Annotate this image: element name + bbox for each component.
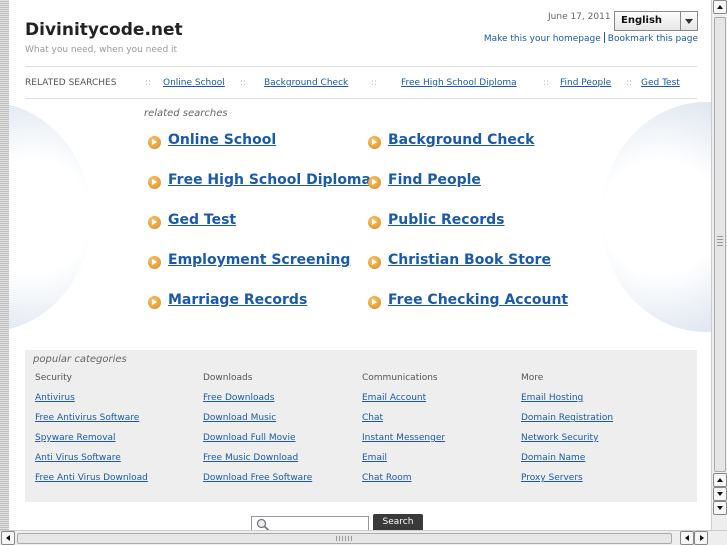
result-link-public-records[interactable]: Public Records [388,212,504,228]
result-link-marriage-records[interactable]: Marriage Records [168,292,307,308]
category-link[interactable]: Download Full Movie [203,433,312,453]
related-searches-bar: RELATED SEARCHES :: Online School :: Bac… [25,66,697,99]
bar-separator: :: [626,78,633,88]
arrow-circle-icon [368,176,381,189]
scroll-down-arrow-icon[interactable] [713,501,727,515]
category-link[interactable]: Spyware Removal [35,433,148,453]
category-link[interactable]: Email Hosting [521,393,613,413]
category-link[interactable]: Antivirus [35,393,148,413]
scroll-left-arrow-icon[interactable] [1,531,15,545]
search-icon [256,518,270,530]
category-column-security: Security Antivirus Free Antivirus Softwa… [35,373,148,493]
bar-separator: :: [371,78,378,88]
popular-categories-heading: popular categories [33,354,127,365]
category-link[interactable]: Anti Virus Software [35,453,148,473]
arrow-circle-icon [368,216,381,229]
category-column-more: More Email Hosting Domain Registration N… [521,373,613,493]
result-link-free-high-school-diploma[interactable]: Free High School Diploma [168,172,371,188]
top-links: Make this your homepage Bookmark this pag… [484,32,698,44]
site-tagline: What you need, when you need it [25,45,178,55]
search-button[interactable]: Search [373,514,423,530]
bookmark-link[interactable]: Bookmark this page [608,34,698,44]
arrow-circle-icon [148,176,161,189]
link-divider [603,32,605,43]
category-link[interactable]: Domain Name [521,453,613,473]
scroll-left-arrow-icon[interactable] [680,531,694,545]
horizontal-scrollbar[interactable] [0,530,727,545]
arrow-circle-icon [368,256,381,269]
result-link-christian-book-store[interactable]: Christian Book Store [388,252,551,268]
left-grip [0,0,9,530]
arrow-circle-icon [148,136,161,149]
make-homepage-link[interactable]: Make this your homepage [484,34,601,44]
scroll-down-arrow-icon[interactable] [713,487,727,501]
bar-link-find-people[interactable]: Find People [560,78,611,88]
category-link[interactable]: Proxy Servers [521,473,613,493]
language-value: English [621,15,663,26]
category-link[interactable]: Email [362,453,445,473]
result-link-find-people[interactable]: Find People [388,172,481,188]
category-link[interactable]: Chat [362,413,445,433]
arrow-circle-icon [148,256,161,269]
bar-link-background-check[interactable]: Background Check [264,78,348,88]
arrow-circle-icon [368,136,381,149]
scroll-up-arrow-icon[interactable] [713,0,727,14]
bar-link-online-school[interactable]: Online School [163,78,225,88]
category-link[interactable]: Free Music Download [203,453,312,473]
related-searches-heading: related searches [144,108,228,119]
decorative-orb-left [9,102,91,332]
arrow-circle-icon [368,296,381,309]
category-link[interactable]: Free Anti Virus Download [35,473,148,493]
horizontal-scroll-thumb[interactable] [17,533,672,544]
bar-link-free-high-school-diploma[interactable]: Free High School Diploma [401,78,517,88]
category-link[interactable]: Network Security [521,433,613,453]
bar-separator: :: [240,78,247,88]
result-link-online-school[interactable]: Online School [168,132,276,148]
category-link[interactable]: Free Downloads [203,393,312,413]
bar-separator: :: [543,78,550,88]
category-link[interactable]: Instant Messenger [362,433,445,453]
category-link[interactable]: Chat Room [362,473,445,493]
bar-separator: :: [145,78,152,88]
site-title: Divinitycode.net [25,20,183,40]
bar-link-ged-test[interactable]: Ged Test [641,78,680,88]
page: Divinitycode.net What you need, when you… [9,0,711,530]
decorative-orb-right [601,102,711,332]
result-link-employment-screening[interactable]: Employment Screening [168,252,350,268]
arrow-circle-icon [148,296,161,309]
category-header: More [521,373,544,383]
category-link[interactable]: Download Music [203,413,312,433]
arrow-circle-icon [148,216,161,229]
category-link[interactable]: Free Antivirus Software [35,413,148,433]
related-bar-label: RELATED SEARCHES [25,78,117,88]
language-select[interactable]: English [614,11,698,31]
result-link-free-checking-account[interactable]: Free Checking Account [388,292,568,308]
search-input[interactable] [251,516,369,530]
result-link-background-check[interactable]: Background Check [388,132,534,148]
scroll-up-arrow-icon[interactable] [713,473,727,487]
category-column-downloads: Downloads Free Downloads Download Music … [203,373,312,493]
chevron-down-icon[interactable] [680,12,697,30]
vertical-scrollbar[interactable] [711,0,727,530]
scroll-right-arrow-icon[interactable] [694,531,708,545]
category-header: Downloads [203,373,253,383]
category-link[interactable]: Domain Registration [521,413,613,433]
result-link-ged-test[interactable]: Ged Test [168,212,236,228]
date-label: June 17, 2011 [548,12,611,22]
vertical-scroll-thumb[interactable] [714,17,726,472]
category-column-communications: Communications Email Account Chat Instan… [362,373,445,493]
category-header: Communications [362,373,438,383]
popular-categories-panel: popular categories Security Antivirus Fr… [25,350,697,502]
category-link[interactable]: Download Free Software [203,473,312,493]
category-link[interactable]: Email Account [362,393,445,413]
category-header: Security [35,373,72,383]
